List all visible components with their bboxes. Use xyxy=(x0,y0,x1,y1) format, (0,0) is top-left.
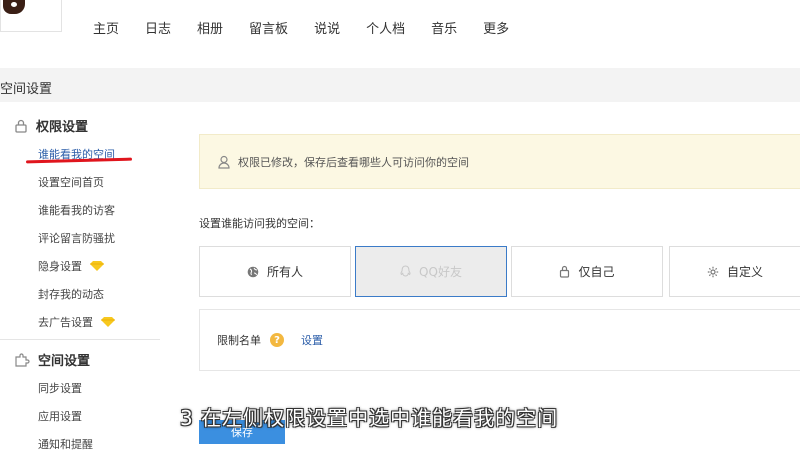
gear-icon xyxy=(707,266,719,277)
main-nav: 主页 日志 相册 留言板 说说 个人档 音乐 更多 xyxy=(80,18,522,37)
nav-profile[interactable]: 个人档 xyxy=(366,18,405,37)
sidebar-item-stealth-label: 隐身设置 xyxy=(38,260,82,273)
globe-icon xyxy=(247,266,259,277)
option-only-me-label: 仅自己 xyxy=(578,265,615,279)
nav-home[interactable]: 主页 xyxy=(93,18,119,37)
section-space-settings-title: 空间设置 xyxy=(38,354,91,369)
top-navigation-bar: 主页 日志 相册 留言板 说说 个人档 音乐 更多 xyxy=(0,0,800,68)
help-icon[interactable]: ? xyxy=(270,333,284,347)
sidebar-item-set-homepage[interactable]: 设置空间首页 xyxy=(38,174,104,190)
option-custom-label: 自定义 xyxy=(726,265,763,279)
sidebar-item-remove-ads[interactable]: 去广告设置 xyxy=(38,314,115,330)
sidebar: 权限设置 谁能看我的空间 设置空间首页 谁能看我的访客 评论留言防骚扰 隐身设置… xyxy=(0,102,165,450)
sidebar-item-remove-ads-label: 去广告设置 xyxy=(38,316,93,329)
sidebar-item-archive-feeds[interactable]: 封存我的动态 xyxy=(38,286,104,302)
who-can-access-label: 设置谁能访问我的空间： xyxy=(199,217,320,230)
option-custom[interactable]: 自定义 xyxy=(669,246,800,297)
restrict-list-row: 限制名单 ? 设置 xyxy=(199,309,800,371)
puzzle-icon xyxy=(15,352,30,367)
option-only-me[interactable]: 仅自己 xyxy=(511,246,663,297)
nav-message-board[interactable]: 留言板 xyxy=(249,18,288,37)
sidebar-item-who-sees-visitors[interactable]: 谁能看我的访客 xyxy=(38,202,115,218)
lock-icon xyxy=(15,119,27,133)
sidebar-item-stealth[interactable]: 隐身设置 xyxy=(38,258,104,274)
section-permission-title: 权限设置 xyxy=(36,120,89,135)
vip-diamond-icon xyxy=(90,261,104,271)
nav-album[interactable]: 相册 xyxy=(197,18,223,37)
user-icon xyxy=(218,155,230,169)
restrict-list-settings-link[interactable]: 设置 xyxy=(301,332,323,348)
section-divider xyxy=(0,339,160,340)
nav-shuoshuo[interactable]: 说说 xyxy=(314,18,340,37)
tutorial-caption: 3 在左侧权限设置中选中谁能看我的空间 xyxy=(180,406,559,430)
nav-music[interactable]: 音乐 xyxy=(431,18,457,37)
lock-icon xyxy=(560,265,570,278)
vip-diamond-icon xyxy=(101,317,115,327)
notice-text: 权限已修改，保存后查看哪些人可访问你的空间 xyxy=(238,155,469,169)
option-qq-friends-label: QQ好友 xyxy=(419,265,462,279)
sidebar-item-notifications[interactable]: 通知和提醒 xyxy=(38,436,93,450)
avatar[interactable] xyxy=(0,0,62,32)
section-permission-header: 权限设置 xyxy=(14,116,88,135)
notice-banner: 权限已修改，保存后查看哪些人可访问你的空间 xyxy=(199,134,800,189)
option-everyone-label: 所有人 xyxy=(266,265,303,279)
section-space-settings-header: 空间设置 xyxy=(14,350,90,369)
main-panel: 权限已修改，保存后查看哪些人可访问你的空间 设置谁能访问我的空间： 所有人 QQ… xyxy=(165,102,800,450)
option-qq-friends[interactable]: QQ好友 xyxy=(355,246,507,297)
nav-more[interactable]: 更多 xyxy=(483,18,509,37)
sidebar-item-anti-harassment[interactable]: 评论留言防骚扰 xyxy=(38,230,115,246)
sidebar-item-apps[interactable]: 应用设置 xyxy=(38,408,82,424)
page-title: 空间设置 xyxy=(0,82,53,97)
title-band: 空间设置 xyxy=(0,68,800,102)
qq-penguin-icon xyxy=(400,265,411,277)
restrict-list-label: 限制名单 xyxy=(217,334,261,347)
sidebar-item-sync[interactable]: 同步设置 xyxy=(38,380,82,396)
option-everyone[interactable]: 所有人 xyxy=(199,246,351,297)
nav-blog[interactable]: 日志 xyxy=(145,18,171,37)
